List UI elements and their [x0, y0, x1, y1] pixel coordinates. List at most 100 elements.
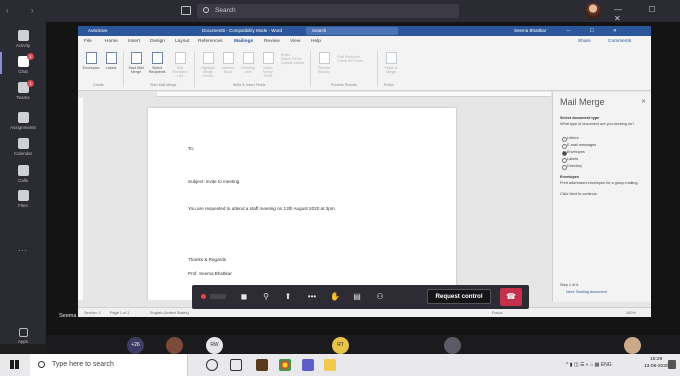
tab-insert[interactable]: Insert	[128, 36, 140, 47]
pane-section-heading: Select document type	[560, 116, 600, 120]
pane-next-link[interactable]: Next: Starting document	[566, 290, 607, 294]
cortana-icon[interactable]	[206, 359, 218, 371]
finish-merge-button[interactable]: Finish & Merge	[382, 52, 400, 74]
taskbar-clock[interactable]: 18:29 13-08-2020	[644, 357, 669, 370]
address-block-icon	[222, 52, 234, 64]
participants-icon[interactable]: ⚇	[374, 291, 386, 303]
preview-results-button[interactable]: Preview Results	[315, 52, 333, 74]
option-letters[interactable]: Letters	[562, 136, 579, 142]
vertical-ruler[interactable]	[78, 98, 83, 300]
file-explorer-icon[interactable]	[324, 359, 336, 371]
tab-layout[interactable]: Layout	[175, 36, 189, 47]
start-mail-merge-button[interactable]: Start Mail Merge	[127, 52, 145, 74]
status-language: English (United States)	[150, 311, 189, 315]
update-labels-button[interactable]: Update Labels	[281, 61, 307, 65]
system-tray[interactable]: ^ ▮ ◫ ☰ ◐ ⌂ ▦ ENG	[566, 354, 612, 376]
insert-merge-field-button[interactable]: Insert Merge Field	[259, 52, 277, 79]
highlight-merge-fields-button[interactable]: Highlight Merge Fields	[199, 52, 217, 79]
check-errors-button[interactable]: Check for Errors	[337, 59, 373, 63]
rail-item-activity[interactable]: Activity	[0, 30, 46, 48]
autosave-toggle[interactable]: AutoSave	[88, 26, 108, 36]
raise-hand-icon[interactable]: ✋	[329, 291, 341, 303]
rail-item-assignments[interactable]: Assignments	[0, 112, 46, 130]
option-envelopes[interactable]: Envelopes	[562, 150, 585, 156]
share-screen-icon[interactable]: ⬆	[282, 291, 294, 303]
zoom-level[interactable]: 100%	[626, 308, 636, 318]
compose-icon[interactable]	[181, 6, 191, 15]
store-icon[interactable]	[256, 359, 268, 371]
rail-item-files[interactable]: Files	[0, 190, 46, 208]
doc-body-line: You are requested to attend a staff meet…	[188, 206, 336, 211]
tab-references[interactable]: References	[198, 36, 223, 47]
teams-search-box[interactable]: Search	[197, 4, 459, 18]
horizontal-ruler[interactable]	[157, 92, 551, 97]
word-window-controls[interactable]: — ☐ ✕	[566, 26, 626, 36]
participant-avatar[interactable]	[444, 337, 461, 354]
focus-button[interactable]: Focus	[492, 308, 502, 318]
back-forward-arrows-icon[interactable]: ‹ ›	[6, 6, 44, 15]
tab-home[interactable]: Home	[105, 36, 118, 47]
teams-taskbar-icon[interactable]	[302, 359, 314, 371]
tab-design[interactable]: Design	[150, 36, 165, 47]
request-control-button[interactable]: Request control	[427, 289, 491, 304]
participant-avatar[interactable]	[166, 337, 183, 354]
ribbon-tabs: File Home Insert Design Layout Reference…	[78, 36, 651, 48]
more-actions-icon[interactable]: •••	[306, 291, 318, 303]
apps-icon	[18, 328, 28, 337]
window-controls[interactable]: — ☐ ✕	[614, 5, 680, 23]
merge-field-icon	[262, 52, 274, 64]
more-apps-icon[interactable]: ...	[0, 244, 46, 253]
file-icon	[17, 190, 29, 201]
button-label: Envelopes	[82, 66, 100, 70]
rail-item-calendar[interactable]: Calendar	[0, 138, 46, 156]
tab-view[interactable]: View	[290, 36, 300, 47]
tab-file[interactable]: File	[84, 36, 92, 47]
pane-question: What type of document are you working on…	[560, 122, 635, 126]
mic-off-icon[interactable]: ⚲	[260, 291, 272, 303]
calendar-icon	[17, 138, 29, 149]
rail-label: Teams	[16, 95, 30, 100]
document-page[interactable]: To: Subject: invite to meeting You are r…	[148, 108, 456, 300]
more-participants-count[interactable]: +26	[127, 337, 144, 354]
word-search-box[interactable]: Search	[306, 27, 398, 35]
task-view-icon[interactable]	[230, 359, 242, 371]
participant-avatar[interactable]	[624, 337, 641, 354]
pane-close-icon[interactable]: ✕	[641, 98, 646, 105]
chrome-icon[interactable]	[279, 359, 291, 371]
greeting-line-button[interactable]: Greeting Line	[239, 52, 257, 74]
notification-icon[interactable]	[668, 360, 676, 369]
tab-review[interactable]: Review	[264, 36, 280, 47]
participant-avatar-rw[interactable]: RW	[206, 337, 223, 354]
edit-recipient-list-button[interactable]: Edit Recipient List	[171, 52, 189, 79]
address-block-button[interactable]: Address Block	[219, 52, 237, 74]
labels-button[interactable]: Labels	[102, 52, 120, 70]
comments-button[interactable]: Comments	[608, 36, 631, 47]
meeting-chat-icon[interactable]: ▤	[351, 291, 363, 303]
participant-avatar-rt[interactable]: RT	[332, 337, 349, 354]
word-window: AutoSave Document5 - Compatibility Mode …	[78, 26, 651, 317]
rail-item-apps[interactable]: Apps	[0, 328, 46, 344]
share-button[interactable]: Share	[578, 36, 591, 47]
camera-off-icon[interactable]: ◼	[238, 291, 250, 303]
hang-up-button[interactable]: ☎	[500, 288, 522, 306]
pane-info-text: Print addressed envelopes for a group ma…	[560, 181, 639, 185]
rail-item-teams[interactable]: Teams	[0, 82, 46, 100]
option-directory[interactable]: Directory	[561, 164, 582, 170]
taskbar-search[interactable]: Type here to search	[30, 354, 188, 376]
option-labels[interactable]: Labels	[561, 157, 578, 163]
tray-icons[interactable]: ^ ▮ ◫ ☰ ◐ ⌂ ▦	[566, 362, 599, 368]
rail-item-calls[interactable]: Calls	[0, 165, 46, 183]
envelopes-button[interactable]: Envelopes	[82, 52, 100, 70]
option-email[interactable]: E-mail messages	[561, 143, 596, 149]
search-icon	[203, 7, 209, 13]
windows-start-icon[interactable]	[10, 360, 19, 369]
select-recipients-button[interactable]: Select Recipients	[148, 52, 166, 74]
search-icon	[38, 361, 45, 368]
tab-help[interactable]: Help	[311, 36, 321, 47]
rail-label: Chat	[18, 69, 28, 74]
input-language[interactable]: ENG	[601, 362, 612, 368]
doc-regards-line: Thanks & Regards	[188, 257, 227, 262]
rail-item-chat[interactable]: Chat	[0, 56, 46, 74]
group-preview: Preview Results	[331, 83, 357, 87]
profile-avatar[interactable]	[585, 3, 601, 19]
